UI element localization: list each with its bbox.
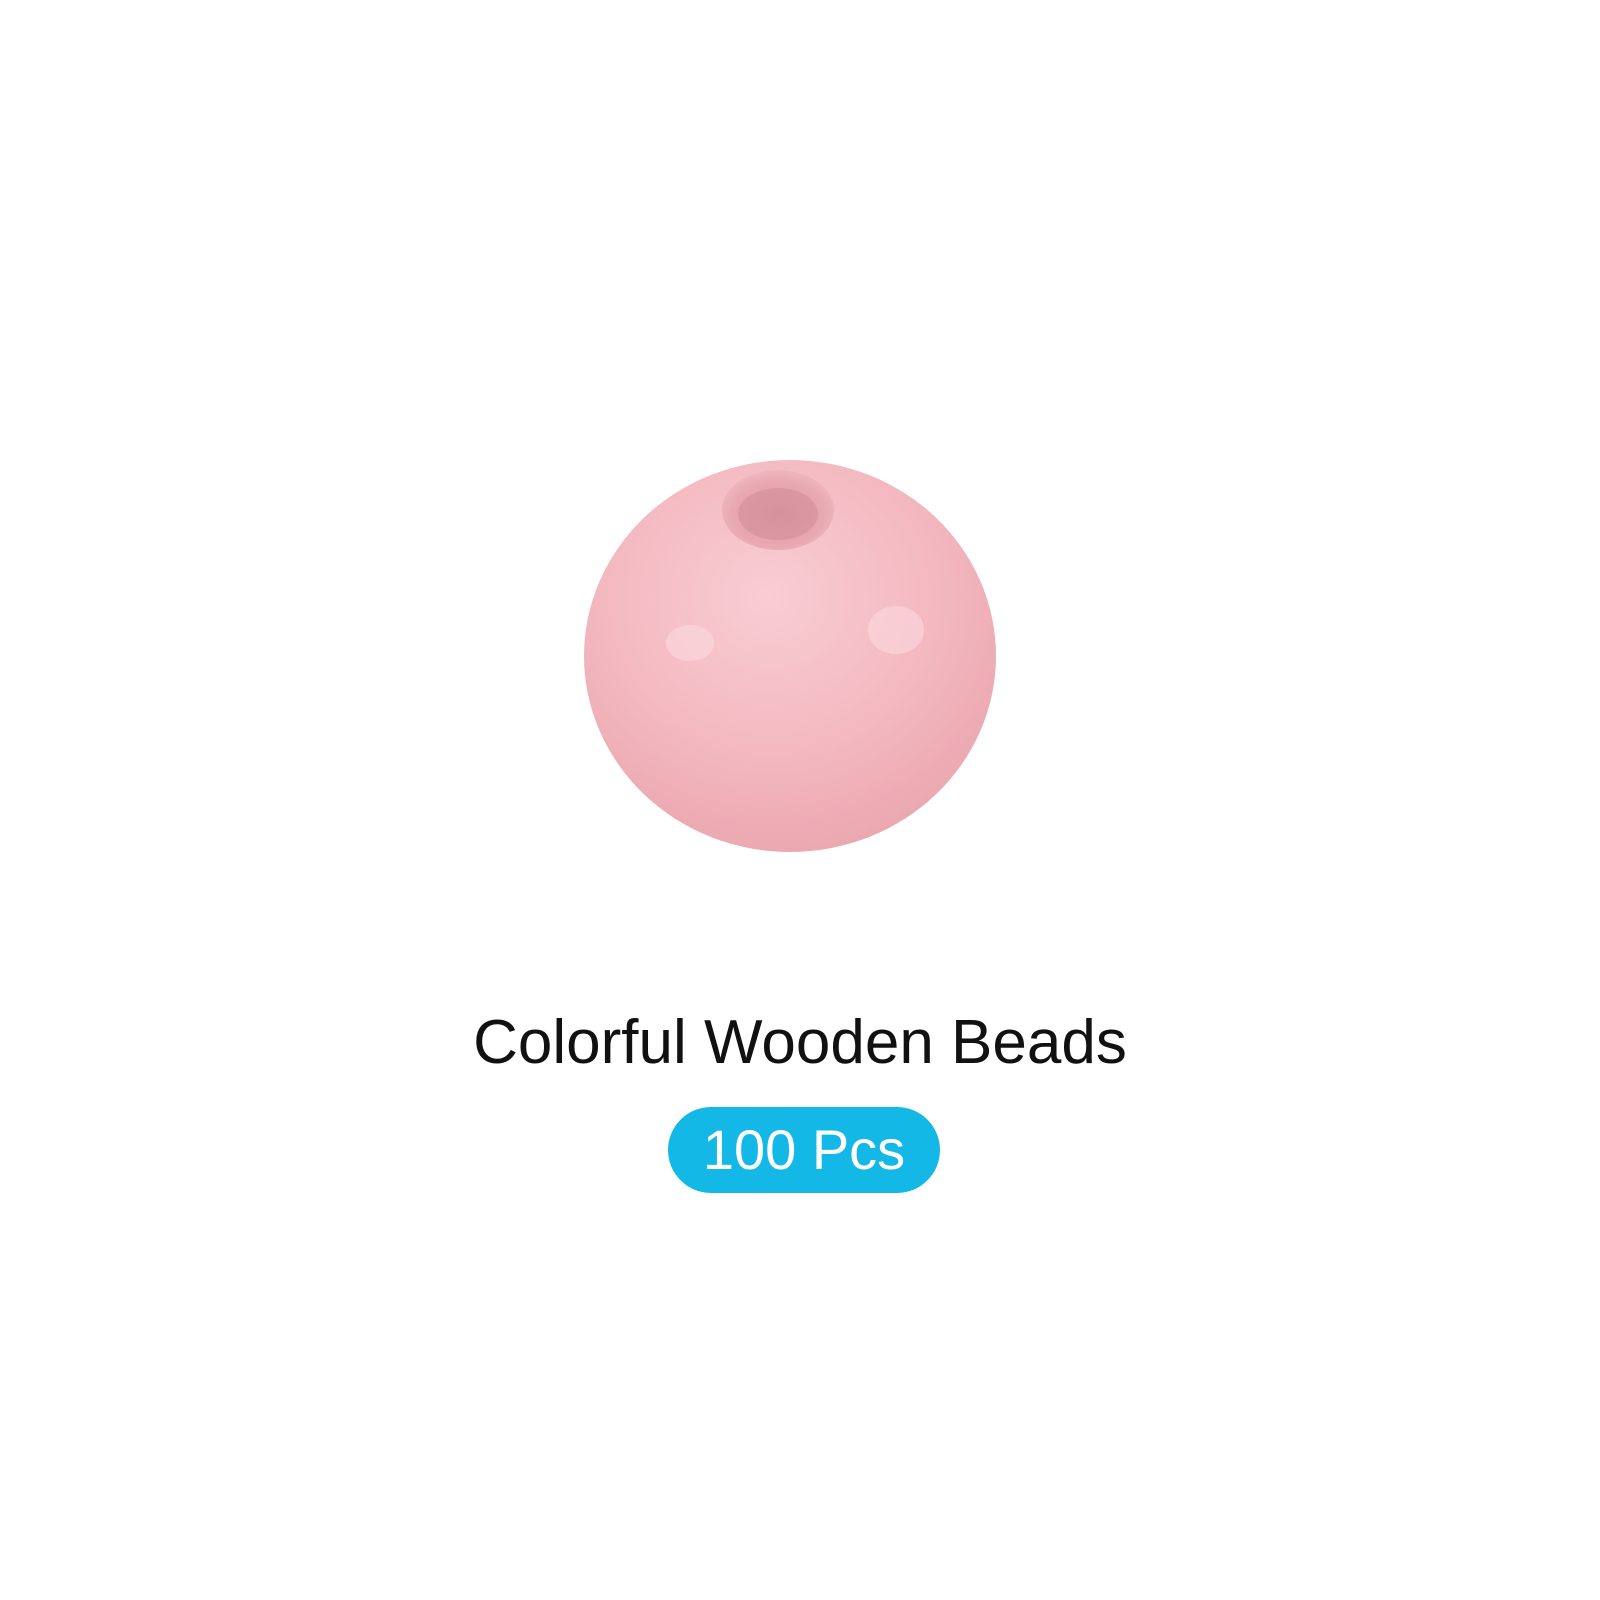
pink-wooden-bead-icon (584, 460, 996, 852)
product-image: Colorful Wooden Beads 100 Pcs (0, 0, 1600, 1600)
product-title: Colorful Wooden Beads (473, 1008, 1127, 1077)
quantity-badge: 100 Pcs (668, 1107, 940, 1193)
